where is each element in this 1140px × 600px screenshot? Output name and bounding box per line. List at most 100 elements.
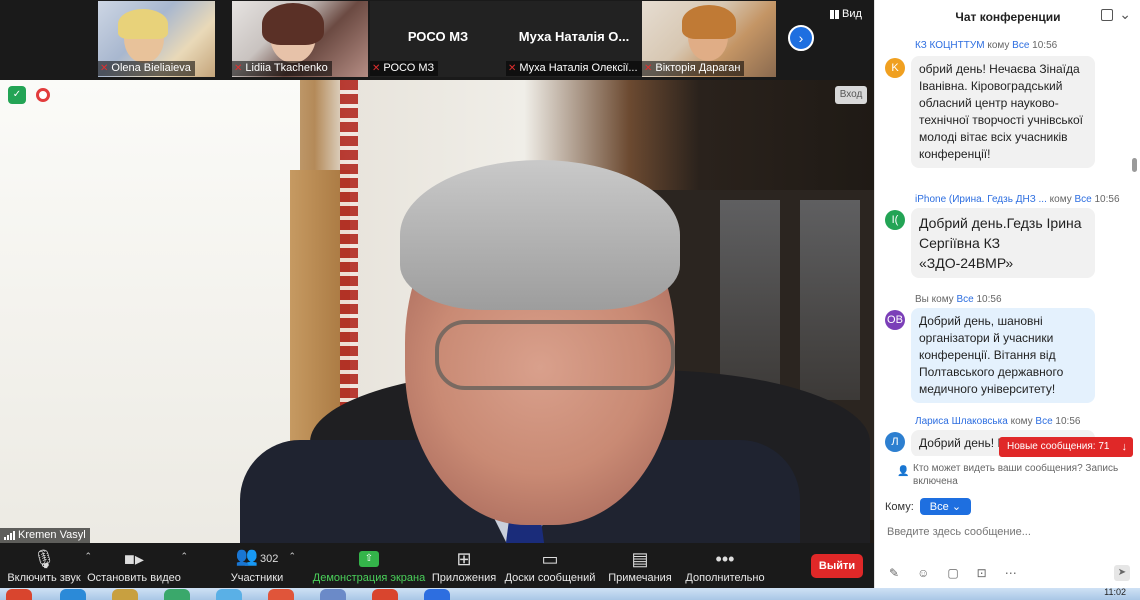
new-messages-button[interactable]: Новые сообщения: 71 ↓ bbox=[999, 437, 1133, 457]
message-meta: Вы кому Все 10:56 bbox=[915, 294, 1002, 305]
message-time: 10:56 bbox=[1032, 40, 1058, 51]
participant-strip: ✕ Olena Bieliaieva ✕ Lidiia Tkachenko РОСО… bbox=[0, 0, 874, 79]
security-shield-icon[interactable]: ✓ bbox=[8, 86, 26, 104]
close-icon[interactable]: ⌄ bbox=[1119, 6, 1131, 23]
taskbar-app-icon[interactable] bbox=[60, 589, 86, 600]
grid-icon bbox=[830, 9, 839, 19]
recipient-select[interactable]: Все ⌄ bbox=[919, 498, 972, 515]
whiteboards-button[interactable]: ▭ Доски сообщений bbox=[505, 544, 596, 588]
visibility-note[interactable]: 👤 Кто может видеть ваши сообщения? Запис… bbox=[893, 462, 1133, 488]
person-icon: 👤 bbox=[897, 466, 910, 477]
participant-name: Lidiia Tkachenko bbox=[245, 62, 328, 74]
participant-name-tag: ✕ РОСО МЗ bbox=[370, 61, 439, 76]
speaker-name: Kremen Vasyl bbox=[18, 529, 86, 541]
participant-hair bbox=[262, 3, 324, 45]
visibility-note-text: Кто может видеть ваши сообщения? Запись … bbox=[913, 463, 1119, 487]
view-label: Вид bbox=[842, 8, 862, 20]
more-icon: ••• bbox=[715, 549, 735, 569]
recipient-row: Кому: Все ⌄ bbox=[885, 498, 972, 515]
message-recipient: Все bbox=[956, 294, 974, 305]
format-icon[interactable]: ✎ bbox=[889, 566, 899, 582]
recipient-label: Кому: bbox=[885, 500, 914, 513]
more-button[interactable]: ••• Дополнительно bbox=[685, 544, 764, 588]
notes-button[interactable]: ▤ Примечания bbox=[608, 544, 672, 588]
message-to-word: кому bbox=[987, 40, 1010, 51]
participant-name: Муха Наталія Олексії... bbox=[519, 62, 638, 74]
speaker-name-tag: Kremen Vasyl bbox=[0, 528, 90, 543]
participant-name-tag: ✕ Вікторія Дараган bbox=[642, 61, 745, 76]
emoji-icon[interactable]: ☺ bbox=[917, 566, 929, 582]
message-recipient: Все bbox=[1035, 416, 1053, 427]
cabinet-glass bbox=[800, 200, 860, 400]
participants-button[interactable]: 👥 302 Участники ⌃ bbox=[230, 544, 296, 588]
chat-scrollbar[interactable] bbox=[1132, 158, 1137, 172]
apps-icon: ⊞ bbox=[456, 549, 472, 569]
mic-muted-icon: ✕ bbox=[234, 63, 243, 74]
participant-thumb[interactable]: Муха Наталія О... ✕ Муха Наталія Олексії.… bbox=[506, 1, 642, 77]
apps-label: Приложения bbox=[431, 572, 497, 584]
chat-header: Чат конференции ⌄ bbox=[875, 0, 1140, 34]
recording-icon[interactable] bbox=[36, 88, 50, 102]
participant-center-name: РОСО МЗ bbox=[407, 29, 469, 44]
participant-hair bbox=[682, 5, 736, 39]
participant-thumb[interactable]: ✕ Lidiia Tkachenko bbox=[232, 1, 368, 77]
share-screen-label: Демонстрация экрана bbox=[312, 572, 426, 584]
participant-thumb[interactable]: ✕ Вікторія Дараган bbox=[642, 1, 776, 77]
taskbar-app-icon[interactable] bbox=[372, 589, 398, 600]
chevron-up-icon[interactable]: ⌃ bbox=[288, 551, 296, 562]
file-icon[interactable]: ▢ bbox=[947, 566, 958, 582]
message-time: 10:56 bbox=[1094, 194, 1120, 205]
unmute-button[interactable]: 🎙︎ Включить звук ⌃ bbox=[7, 544, 92, 588]
message-sender: Вы bbox=[915, 294, 929, 305]
message-meta: iPhone (Ирина. Гедзь ДНЗ ... кому Все 10… bbox=[915, 194, 1120, 205]
mic-muted-icon: ✕ bbox=[644, 63, 653, 74]
speaker-hair bbox=[400, 160, 680, 310]
message-sender[interactable]: iPhone (Ирина. Гедзь ДНЗ ... bbox=[915, 194, 1047, 205]
share-screen-icon: ⇧ bbox=[359, 551, 379, 567]
taskbar-app-icon[interactable] bbox=[268, 589, 294, 600]
share-screen-button[interactable]: ⇧ Демонстрация экрана bbox=[313, 544, 425, 588]
participants-icon: 👥 302 bbox=[235, 546, 279, 566]
message-to-word: кому bbox=[931, 294, 954, 305]
start-icon[interactable] bbox=[6, 589, 32, 600]
screenshot-icon[interactable]: ⊡ bbox=[977, 566, 987, 582]
cabinet-glass bbox=[720, 200, 780, 400]
taskbar-app-icon[interactable] bbox=[320, 589, 346, 600]
chat-messages[interactable]: КЗ КОЦНТТУМ кому Все 10:56 K обрий день!… bbox=[875, 36, 1140, 456]
arrow-down-icon: ↓ bbox=[1121, 441, 1128, 453]
new-messages-label: Новые сообщения: 71 bbox=[1007, 441, 1110, 452]
exit-view-button[interactable]: Вход bbox=[835, 86, 867, 104]
message-time: 10:56 bbox=[1055, 416, 1081, 427]
taskbar-app-icon[interactable] bbox=[164, 589, 190, 600]
taskbar-app-icon[interactable] bbox=[112, 589, 138, 600]
leave-button[interactable]: Выйти bbox=[811, 554, 863, 578]
message-sender[interactable]: КЗ КОЦНТТУМ bbox=[915, 40, 985, 51]
chevron-up-icon[interactable]: ⌃ bbox=[180, 551, 188, 562]
taskbar-clock[interactable]: 11:02 bbox=[1104, 588, 1126, 597]
participant-name-tag: ✕ Lidiia Tkachenko bbox=[232, 61, 332, 76]
stop-video-button[interactable]: ■▸ Остановить видео ⌃ bbox=[87, 544, 188, 588]
chat-input[interactable] bbox=[887, 526, 1127, 538]
mic-off-icon: 🎙︎ bbox=[32, 549, 56, 569]
participants-label: Участники bbox=[230, 572, 284, 584]
taskbar-app-icon[interactable] bbox=[216, 589, 242, 600]
apps-button[interactable]: ⊞ Приложения bbox=[431, 544, 497, 588]
chevron-up-icon[interactable]: ⌃ bbox=[84, 551, 92, 562]
taskbar-app-icon[interactable] bbox=[424, 589, 450, 600]
more-options-icon[interactable]: ⋯ bbox=[1005, 566, 1017, 582]
participant-name-tag: ✕ Муха Наталія Олексії... bbox=[506, 61, 642, 76]
message-text: Добрий день.Гедзь Ірина Сергіївна КЗ «ЗД… bbox=[911, 208, 1095, 278]
message-sender[interactable]: Лариса Шлаковська bbox=[915, 416, 1008, 427]
send-icon[interactable]: ➤ bbox=[1114, 565, 1130, 581]
popout-icon[interactable] bbox=[1101, 9, 1113, 21]
video-camera-icon: ■▸ bbox=[124, 549, 144, 569]
active-speaker-video bbox=[0, 80, 874, 543]
next-page-icon[interactable]: › bbox=[788, 25, 814, 51]
participant-thumb[interactable]: ✕ Olena Bieliaieva bbox=[98, 1, 215, 77]
view-button[interactable]: Вид bbox=[830, 8, 862, 20]
avatar: K bbox=[885, 58, 905, 78]
meeting-toolbar: 🎙︎ Включить звук ⌃ ■▸ Остановить видео ⌃… bbox=[0, 544, 874, 588]
message-text: обрий день! Нечаєва Зінаїда Іванівна. Кі… bbox=[911, 56, 1095, 168]
chat-tools: ✎ ☺ ▢ ⊡ ⋯ bbox=[889, 566, 1133, 582]
participant-thumb[interactable]: РОСО МЗ ✕ РОСО МЗ bbox=[370, 1, 506, 77]
